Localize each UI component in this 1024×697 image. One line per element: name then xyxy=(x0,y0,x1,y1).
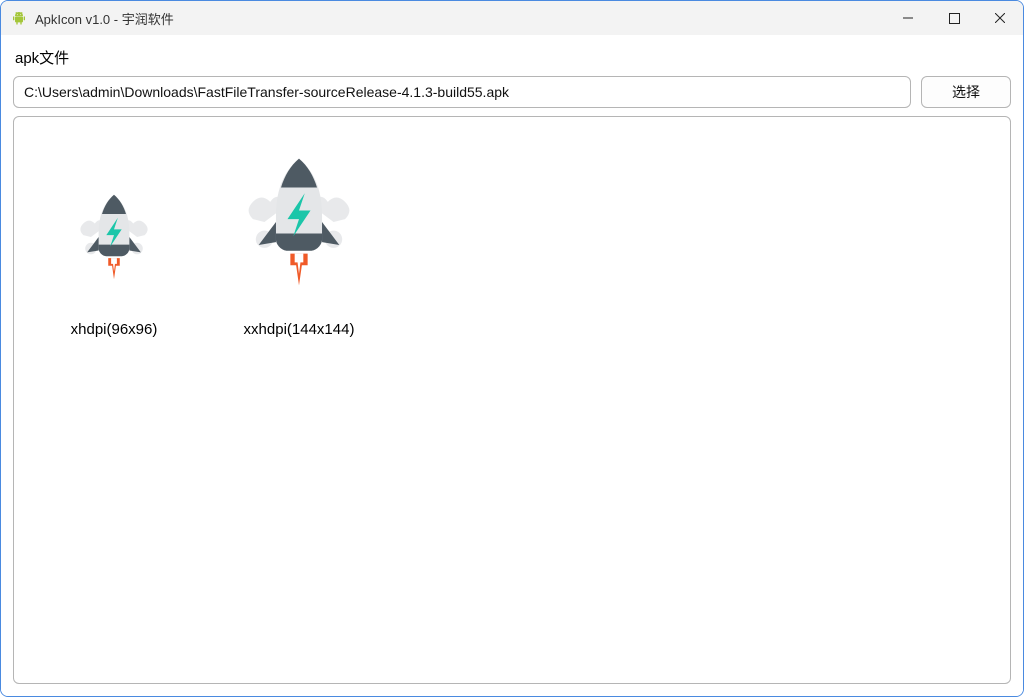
icon-card: xxhdpi(144x144) xyxy=(214,137,384,338)
rocket-icon xyxy=(44,167,184,307)
maximize-button[interactable] xyxy=(931,1,977,35)
icons-row: xhdpi(96x96) xxhdpi(14 xyxy=(44,137,980,338)
close-button[interactable] xyxy=(977,1,1023,35)
minimize-button[interactable] xyxy=(885,1,931,35)
icon-preview-panel: xhdpi(96x96) xxhdpi(14 xyxy=(13,116,1011,684)
window-title: ApkIcon v1.0 - 宇润软件 xyxy=(35,9,174,28)
icon-card: xhdpi(96x96) xyxy=(44,167,184,338)
content-area: apk文件 选择 xyxy=(1,35,1023,696)
file-label: apk文件 xyxy=(13,45,1011,68)
app-window: ApkIcon v1.0 - 宇润软件 apk文件 选择 xyxy=(0,0,1024,697)
file-row: 选择 xyxy=(13,76,1011,108)
android-icon xyxy=(11,10,27,26)
icon-caption: xhdpi(96x96) xyxy=(71,321,158,338)
apk-path-input[interactable] xyxy=(13,76,911,108)
choose-file-button[interactable]: 选择 xyxy=(921,76,1011,108)
icon-caption: xxhdpi(144x144) xyxy=(244,321,355,338)
rocket-icon xyxy=(214,137,384,307)
titlebar[interactable]: ApkIcon v1.0 - 宇润软件 xyxy=(1,1,1023,35)
